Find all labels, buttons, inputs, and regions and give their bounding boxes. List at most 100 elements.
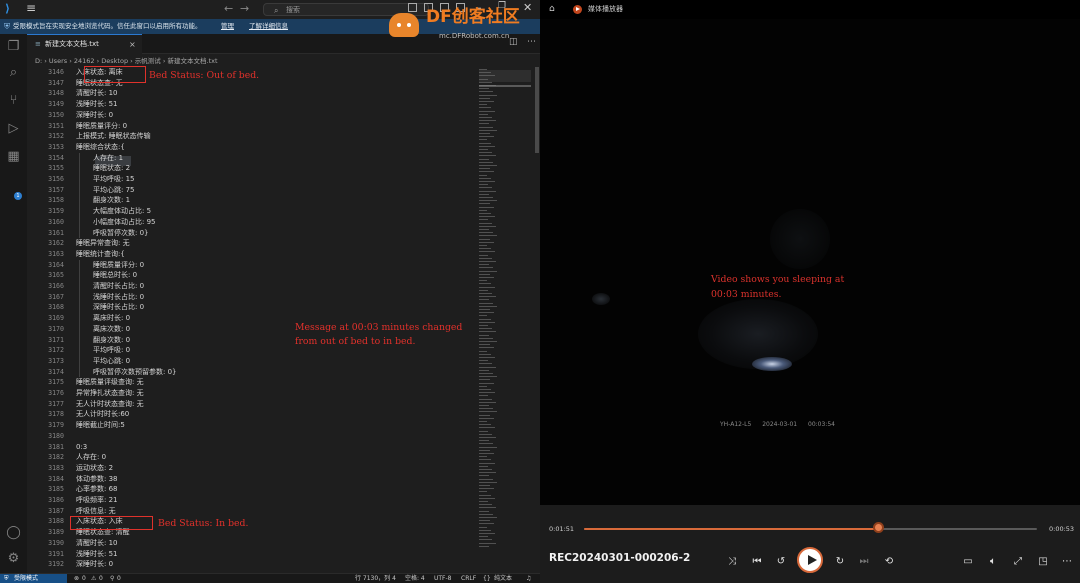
back-arrow-icon[interactable]: ← xyxy=(224,2,233,15)
minimap-line xyxy=(479,171,494,173)
vertical-scrollbar[interactable] xyxy=(535,67,539,153)
code-line[interactable]: 无人计时时长:60 xyxy=(76,409,129,420)
minimap-line xyxy=(479,357,495,358)
code-line[interactable]: 深睡时长: 0 xyxy=(76,559,113,570)
code-line[interactable]: 翻身次数: 0 xyxy=(93,335,130,346)
code-line[interactable]: 0:3 xyxy=(76,442,87,453)
code-line[interactable]: 人存在: 0 xyxy=(76,452,106,463)
code-line[interactable]: 人存在: 1 xyxy=(93,153,123,164)
code-line[interactable]: 睡眠截止时间:5 xyxy=(76,420,125,431)
seek-bar[interactable] xyxy=(584,528,1037,530)
explorer-icon[interactable]: ❐ xyxy=(5,38,22,55)
code-line[interactable]: 睡眠质量评级查询: 无 xyxy=(76,377,144,388)
code-line[interactable]: 睡眠总时长: 0 xyxy=(93,270,137,281)
code-line[interactable]: 浅睡时长: 51 xyxy=(76,549,118,560)
run-debug-icon[interactable]: ▷ xyxy=(5,120,22,137)
code-line[interactable]: 睡眠质量评分: 0 xyxy=(93,260,144,271)
line-number: 3153 xyxy=(48,142,64,151)
minimap-line xyxy=(479,126,493,128)
code-line[interactable]: 呼吸暂停次数预留参数: 0} xyxy=(93,367,177,378)
tab-label: 新建文本文档.txt xyxy=(45,40,99,48)
code-line[interactable]: 清醒时长: 10 xyxy=(76,538,118,549)
code-line[interactable]: 平均呼吸: 0 xyxy=(93,345,130,356)
language-mode[interactable]: 纯文本 xyxy=(494,574,512,583)
code-line[interactable]: 深睡时长占比: 0 xyxy=(93,302,144,313)
play-button[interactable] xyxy=(797,547,823,573)
tab-new-text-document[interactable]: ≡ 新建文本文档.txt × xyxy=(27,34,142,54)
errors-icon[interactable]: ⊗ xyxy=(74,574,79,583)
minimap-viewport[interactable] xyxy=(479,70,531,82)
code-line[interactable]: 清醒时长: 10 xyxy=(76,88,118,99)
code-line[interactable]: 离床时长: 0 xyxy=(93,313,130,324)
code-line[interactable]: 体动参数: 38 xyxy=(76,474,118,485)
close-tab-icon[interactable]: × xyxy=(129,35,136,54)
code-line[interactable]: 睡眠统计查询:{ xyxy=(76,249,125,260)
code-line[interactable]: 深睡时长: 0 xyxy=(76,110,113,121)
notifications-bell-icon[interactable]: ♫ xyxy=(526,574,531,583)
source-control-icon[interactable]: ⑂ xyxy=(5,92,22,109)
captions-icon[interactable]: ▭ xyxy=(961,556,975,568)
code-line[interactable]: 呼吸信息: 无 xyxy=(76,506,116,517)
minimap[interactable] xyxy=(479,67,531,573)
code-line[interactable]: 平均呼吸: 15 xyxy=(93,174,135,185)
minimap-line xyxy=(479,177,491,179)
search-icon[interactable]: ⌕ xyxy=(5,64,22,81)
code-line[interactable]: 平均心跳: 75 xyxy=(93,185,135,196)
code-line[interactable]: 呼吸频率: 21 xyxy=(76,495,118,506)
minimap-line xyxy=(479,296,496,298)
forward-30-icon[interactable]: ↻ xyxy=(833,556,847,568)
code-line[interactable]: 睡眠异常查询: 无 xyxy=(76,238,130,249)
encoding[interactable]: UTF-8 xyxy=(434,574,452,583)
account-icon[interactable]: ◯ xyxy=(5,524,22,541)
warnings-icon[interactable]: ⚠ xyxy=(91,574,96,583)
overlay-device: YH-A12-L5 xyxy=(720,421,752,428)
code-line[interactable]: 睡眠质量评分: 0 xyxy=(76,121,127,132)
indentation[interactable]: 空格: 4 xyxy=(405,574,425,583)
cursor-position[interactable]: 行 7130，列 4 xyxy=(355,574,396,583)
code-line[interactable]: 心率参数: 68 xyxy=(76,484,118,495)
fullscreen-icon[interactable]: ⤢ xyxy=(1011,556,1025,568)
code-line[interactable]: 无人计时状态查询: 无 xyxy=(76,399,144,410)
code-line[interactable]: 异常挣扎状态查询: 无 xyxy=(76,388,144,399)
braces-icon[interactable]: {} xyxy=(483,574,491,583)
code-line[interactable]: 离床次数: 0 xyxy=(93,324,130,335)
code-line[interactable]: 翻身次数: 1 xyxy=(93,195,130,206)
code-line[interactable]: 睡眠状态: 2 xyxy=(93,163,130,174)
line-ending[interactable]: CRLF xyxy=(461,574,476,583)
code-line[interactable]: 呼吸暂停次数: 0} xyxy=(93,228,149,239)
menu-icon[interactable]: ≡ xyxy=(26,1,36,15)
code-line[interactable]: 运动状态: 2 xyxy=(76,463,113,474)
code-line[interactable]: 浅睡时长: 51 xyxy=(76,99,118,110)
minimap-line xyxy=(479,280,487,282)
extensions-icon[interactable]: ▦ xyxy=(5,148,22,165)
forward-arrow-icon[interactable]: → xyxy=(240,2,249,15)
minimap-line xyxy=(479,129,497,131)
seek-thumb[interactable] xyxy=(872,522,884,533)
code-line[interactable]: 睡眠综合状态:{ xyxy=(76,142,125,153)
code-line[interactable]: 小幅度体动占比: 95 xyxy=(93,217,156,228)
line-number: 3169 xyxy=(48,314,64,323)
video-frame[interactable] xyxy=(540,19,1080,505)
ports-icon[interactable]: ⚲ xyxy=(110,574,114,583)
code-line[interactable]: 浅睡时长占比: 0 xyxy=(93,292,144,303)
manage-link[interactable]: 管理 xyxy=(221,19,234,34)
more-options-icon[interactable]: ⋯ xyxy=(1060,556,1074,568)
volume-icon[interactable]: 🔈︎ xyxy=(986,556,1000,568)
rewind-10-icon[interactable]: ↺ xyxy=(774,556,788,568)
settings-gear-icon[interactable]: ⚙ xyxy=(5,550,22,567)
restricted-mode-label: 受限模式 xyxy=(14,575,39,582)
learn-more-link[interactable]: 了解详细信息 xyxy=(249,19,288,34)
code-line[interactable]: 清醒时长占比: 0 xyxy=(93,281,144,292)
next-icon[interactable]: ⏭ xyxy=(857,556,871,568)
repeat-icon[interactable]: ⟲ xyxy=(882,556,896,568)
code-line[interactable]: 平均心跳: 0 xyxy=(93,356,130,367)
code-line[interactable]: 上报模式: 睡眠状态传输 xyxy=(76,131,151,142)
restricted-mode-status[interactable]: ⛨ 受限模式 xyxy=(0,574,67,583)
home-icon[interactable]: ⌂ xyxy=(549,0,555,19)
shield-icon: ⛨ xyxy=(4,22,10,31)
shuffle-icon[interactable]: ⤨ xyxy=(725,556,739,568)
code-line[interactable]: 大幅度体动占比: 5 xyxy=(93,206,151,217)
editor-text-area[interactable]: 3146 入床状态: 离床 3147 睡眠状态查: 无 3148 清醒时长: 10 3149… xyxy=(27,67,479,573)
mini-player-icon[interactable]: ◳ xyxy=(1036,556,1050,568)
previous-icon[interactable]: ⏮ xyxy=(750,556,764,568)
